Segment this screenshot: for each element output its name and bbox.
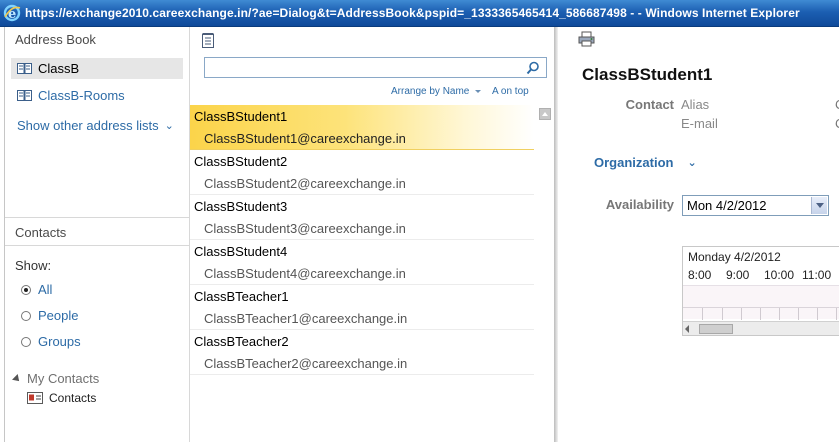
entry-email: ClassBStudent2@careexchange.in bbox=[204, 176, 406, 191]
hour-label: 8:00 bbox=[688, 268, 712, 282]
show-other-address-lists-link[interactable]: Show other address lists ⌄ bbox=[17, 118, 174, 133]
arrange-by-dropdown[interactable]: Arrange by Name bbox=[391, 86, 482, 97]
address-book-header: Address Book bbox=[15, 32, 96, 47]
availability-grid: Monday 4/2/2012 8:00 9:00 10:00 11:00 bbox=[682, 246, 839, 336]
filter-groups[interactable]: Groups bbox=[21, 334, 81, 349]
scroll-left-arrow[interactable] bbox=[685, 325, 689, 333]
email-value[interactable]: C bbox=[835, 116, 839, 131]
radio-button[interactable] bbox=[21, 310, 31, 321]
contacts-folder[interactable]: Contacts bbox=[27, 391, 96, 405]
entry-email: ClassBStudent4@careexchange.in bbox=[204, 266, 406, 281]
list-item[interactable]: ClassBTeacher2 ClassBTeacher2@careexchan… bbox=[190, 330, 534, 375]
availability-date-select[interactable]: Mon 4/2/2012 bbox=[682, 195, 829, 216]
results-pane: Arrange by Name A on top ClassBStudent1 … bbox=[190, 27, 555, 442]
contacts-header: Contacts bbox=[15, 225, 67, 240]
date-value: Mon 4/2/2012 bbox=[687, 198, 767, 213]
entry-email: ClassBTeacher2@careexchange.in bbox=[204, 356, 408, 371]
notepad-icon[interactable] bbox=[201, 33, 215, 48]
window-title: https://exchange2010.careexchange.in/?ae… bbox=[25, 6, 800, 20]
filter-people[interactable]: People bbox=[21, 308, 78, 323]
entry-email: ClassBStudent1@careexchange.in bbox=[204, 131, 406, 146]
list-item[interactable]: ClassBStudent3 ClassBStudent3@careexchan… bbox=[190, 195, 534, 240]
address-list-classb-rooms[interactable]: ClassB-Rooms bbox=[11, 85, 125, 106]
address-list-label: ClassB bbox=[38, 61, 80, 76]
left-pane: Address Book ClassB ClassB-Rooms Show ot… bbox=[4, 27, 190, 442]
entry-name: ClassBStudent1 bbox=[194, 109, 288, 124]
divider bbox=[5, 217, 190, 218]
print-icon[interactable] bbox=[578, 31, 595, 47]
ie-window: e https://exchange2010.careexchange.in/?… bbox=[0, 0, 839, 442]
dropdown-arrow-icon[interactable] bbox=[811, 197, 827, 214]
entry-name: ClassBStudent4 bbox=[194, 244, 288, 259]
filter-label: All bbox=[38, 282, 53, 297]
hour-label: 9:00 bbox=[726, 268, 750, 282]
address-list-label: ClassB-Rooms bbox=[38, 88, 125, 103]
contact-name: ClassBStudent1 bbox=[582, 65, 713, 84]
hour-label: 11:00 bbox=[802, 268, 832, 282]
scroll-up-arrow[interactable] bbox=[539, 108, 551, 120]
my-contacts-label: My Contacts bbox=[27, 371, 100, 386]
contacts-folder-label: Contacts bbox=[49, 391, 97, 405]
list-item[interactable]: ClassBStudent1 ClassBStudent1@careexchan… bbox=[190, 105, 534, 150]
address-book-icon bbox=[17, 62, 32, 74]
filter-all[interactable]: All bbox=[21, 282, 52, 297]
show-label: Show: bbox=[15, 258, 52, 273]
organization-toggle[interactable]: Organization ⌄ bbox=[594, 155, 697, 170]
sort-order-link[interactable]: A on top bbox=[492, 86, 529, 97]
filter-label: People bbox=[38, 308, 79, 323]
caret-down-icon bbox=[475, 90, 482, 93]
contact-card-icon bbox=[27, 392, 43, 404]
divider bbox=[5, 245, 190, 246]
entry-name: ClassBStudent3 bbox=[194, 199, 288, 214]
entry-email: ClassBStudent3@careexchange.in bbox=[204, 221, 406, 236]
internet-explorer-icon: e bbox=[3, 4, 21, 22]
address-book-icon bbox=[17, 89, 32, 101]
contact-section-label: Contact bbox=[625, 97, 674, 112]
list-item[interactable]: ClassBStudent2 ClassBStudent2@careexchan… bbox=[190, 150, 534, 195]
double-chevron-down-icon[interactable]: ⌄ bbox=[687, 156, 696, 169]
search-icon[interactable] bbox=[526, 61, 540, 75]
expand-triangle-icon[interactable] bbox=[12, 373, 22, 384]
entry-name: ClassBTeacher1 bbox=[194, 289, 289, 304]
horizontal-scrollbar[interactable] bbox=[683, 321, 839, 335]
schedule-hours: 8:00 9:00 10:00 11:00 bbox=[688, 268, 839, 282]
organization-label: Organization bbox=[594, 155, 674, 170]
search-input[interactable] bbox=[204, 57, 547, 78]
list-item[interactable]: ClassBStudent4 ClassBStudent4@careexchan… bbox=[190, 240, 534, 285]
show-other-label: Show other address lists bbox=[17, 118, 159, 133]
address-list-classb[interactable]: ClassB bbox=[11, 58, 183, 79]
entry-name: ClassBStudent2 bbox=[194, 154, 288, 169]
entry-email: ClassBTeacher1@careexchange.in bbox=[204, 311, 408, 326]
schedule-date: Monday 4/2/2012 bbox=[688, 250, 781, 264]
radio-button[interactable] bbox=[21, 336, 31, 347]
alias-label: Alias bbox=[681, 97, 710, 112]
entry-name: ClassBTeacher2 bbox=[194, 334, 289, 349]
email-label: E-mail bbox=[681, 116, 718, 131]
hour-label: 10:00 bbox=[764, 268, 795, 282]
availability-label: Availability bbox=[605, 197, 674, 212]
alias-value: C bbox=[835, 97, 839, 112]
detail-pane: ClassBStudent1 Contact Alias E-mail C C … bbox=[558, 27, 839, 442]
title-bar: e https://exchange2010.careexchange.in/?… bbox=[0, 0, 839, 27]
results-list: ClassBStudent1 ClassBStudent1@careexchan… bbox=[190, 105, 534, 375]
schedule-ticks bbox=[683, 307, 839, 320]
list-item[interactable]: ClassBTeacher1 ClassBTeacher1@careexchan… bbox=[190, 285, 534, 330]
scroll-thumb[interactable] bbox=[699, 324, 733, 334]
my-contacts-node[interactable]: My Contacts bbox=[12, 371, 100, 386]
filter-label: Groups bbox=[38, 334, 81, 349]
double-chevron-down-icon: ⌄ bbox=[164, 120, 174, 132]
arrange-by-label: Arrange by Name bbox=[391, 86, 470, 97]
radio-button[interactable] bbox=[21, 284, 31, 295]
